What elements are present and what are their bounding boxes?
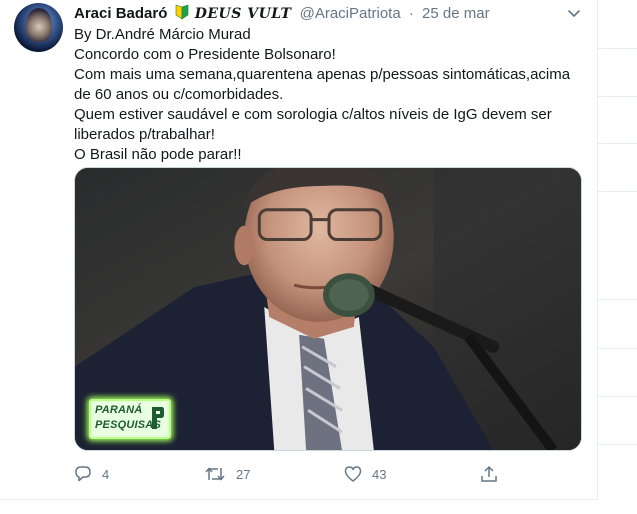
beginner-badge-icon xyxy=(175,4,189,26)
divider xyxy=(598,444,637,445)
heart-icon xyxy=(344,466,362,482)
tweet-line: Com mais uma semana,quarentena apenas p/… xyxy=(74,66,571,103)
retweet-button[interactable]: 27 xyxy=(204,462,250,486)
reply-count: 4 xyxy=(102,466,110,482)
author-handle[interactable]: @AraciPatriota xyxy=(300,5,401,22)
divider xyxy=(598,191,637,192)
parana-pesquisas-logo: PARANÁ PESQUISAS xyxy=(89,399,171,439)
share-button[interactable] xyxy=(480,462,498,486)
divider xyxy=(598,348,637,349)
tweet-actions: 4 27 43 xyxy=(74,462,584,486)
retweet-icon xyxy=(205,467,225,481)
share-icon xyxy=(481,465,497,482)
avatar-figure xyxy=(26,8,52,42)
tweet-card[interactable]: Araci Badaró DEUS VULT @AraciPatriota · … xyxy=(0,0,598,500)
tweet-line: Concordo com o Presidente Bolsonaro! xyxy=(74,46,336,63)
tweet-media-image[interactable]: PARANÁ PESQUISAS xyxy=(74,167,582,451)
tweet-text: By Dr.André Márcio Murad Concordo com o … xyxy=(74,25,584,165)
like-count: 43 xyxy=(372,466,387,482)
separator-dot: · xyxy=(408,5,414,22)
tweet-line: By Dr.André Márcio Murad xyxy=(74,26,251,43)
chevron-down-icon[interactable] xyxy=(566,6,582,18)
tweet-header: Araci Badaró DEUS VULT @AraciPatriota · … xyxy=(74,4,490,24)
tweet-timestamp[interactable]: 25 de mar xyxy=(422,5,490,22)
divider xyxy=(598,48,637,49)
divider xyxy=(598,396,637,397)
retweet-count: 27 xyxy=(236,466,251,482)
tweet-line: O Brasil não pode parar!! xyxy=(74,146,242,163)
like-button[interactable]: 43 xyxy=(344,462,386,486)
divider xyxy=(598,143,637,144)
reply-button[interactable]: 4 xyxy=(74,462,109,486)
author-name[interactable]: Araci Badaró xyxy=(74,5,167,22)
author-tag: DEUS VULT xyxy=(194,6,292,22)
divider xyxy=(598,96,637,97)
logo-line1: PARANÁ xyxy=(95,404,143,416)
right-column xyxy=(598,0,637,514)
avatar[interactable] xyxy=(14,3,63,52)
reply-icon xyxy=(75,466,91,482)
tweet-line: Quem estiver saudável e com sorologia c/… xyxy=(74,106,552,143)
logo-mark-icon xyxy=(152,407,164,429)
divider xyxy=(598,299,637,300)
